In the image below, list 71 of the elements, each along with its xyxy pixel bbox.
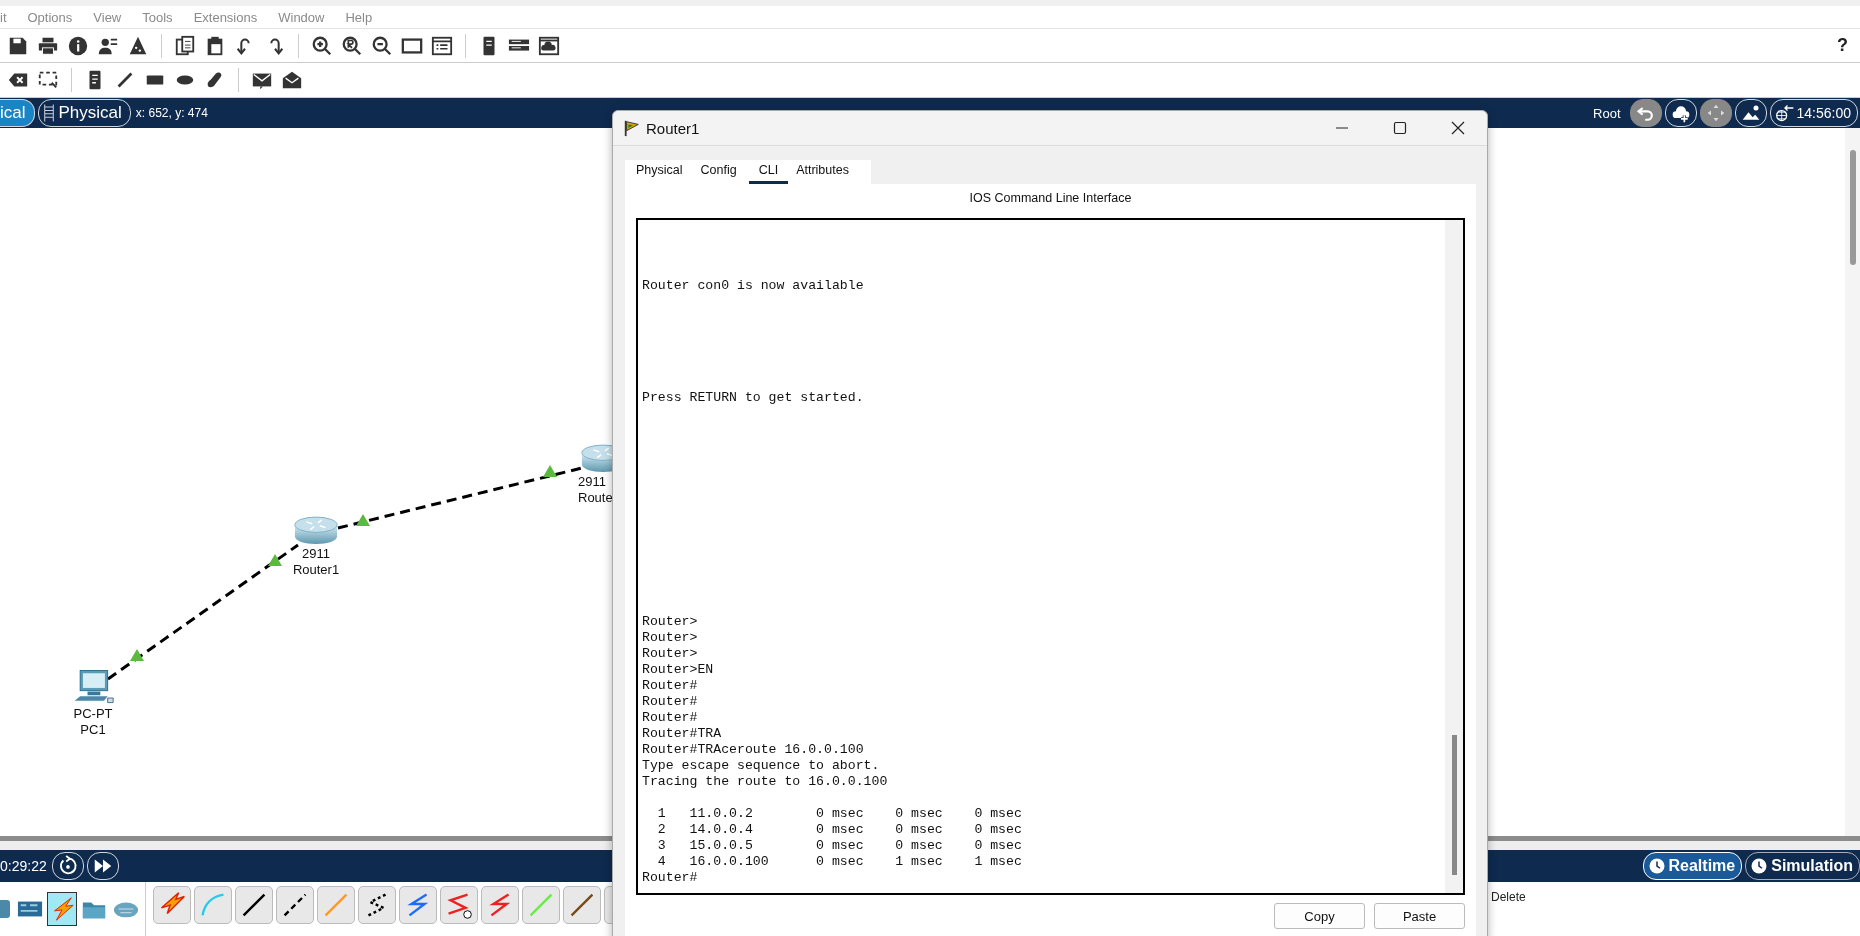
- coaxial-cable-icon[interactable]: [563, 886, 601, 924]
- workspace-tab[interactable]: Physical: [37, 99, 131, 127]
- auto-cable-icon[interactable]: [153, 886, 191, 924]
- cloud-plus-icon: [1670, 103, 1691, 123]
- simulation-time: 0:29:22: [0, 858, 47, 874]
- move-arrows-icon: [1705, 103, 1726, 123]
- device-name-label: Route: [578, 490, 613, 506]
- paste-button[interactable]: Paste: [1374, 903, 1465, 929]
- link-status-icon: [356, 514, 370, 526]
- terminal[interactable]: [636, 218, 1465, 895]
- zoom-out-icon[interactable]: [371, 34, 393, 57]
- globe-icon: [1774, 103, 1795, 123]
- serial-cable-icon[interactable]: [481, 886, 519, 924]
- move-button[interactable]: [1699, 99, 1732, 127]
- info-icon[interactable]: [67, 34, 89, 57]
- device-category[interactable]: [48, 893, 76, 925]
- workspace-tab[interactable]: ical: [0, 99, 35, 127]
- zoom-reset-icon[interactable]: [341, 34, 363, 57]
- zoom-in-icon[interactable]: [311, 34, 333, 57]
- delete-label: Delete: [1491, 890, 1526, 904]
- scrollbar-thumb[interactable]: [1849, 150, 1856, 265]
- ladder-icon: [42, 103, 55, 123]
- mode-button[interactable]: Realtime: [1642, 852, 1743, 880]
- tab[interactable]: Config: [700, 159, 747, 184]
- window-title: Router1: [646, 119, 700, 137]
- menu-item[interactable]: Extensions: [193, 9, 258, 25]
- switch-icon: [0, 900, 10, 918]
- menu-item[interactable]: Options: [27, 9, 73, 25]
- copy-icon[interactable]: [174, 34, 196, 57]
- back-button[interactable]: [1629, 99, 1662, 127]
- device-model-label: PC-PT: [73, 706, 113, 722]
- copy-button[interactable]: Copy: [1274, 903, 1365, 929]
- scrollbar-thumb[interactable]: [1451, 735, 1457, 875]
- marquee-select-icon[interactable]: [37, 69, 59, 91]
- close-icon: [1451, 121, 1465, 135]
- phone-cable-icon[interactable]: [358, 886, 396, 924]
- router-icon[interactable]: [293, 515, 339, 546]
- app-icon: [623, 119, 641, 137]
- list-icon[interactable]: [431, 34, 453, 57]
- device-model-label: 2911: [302, 546, 330, 562]
- mode-button[interactable]: Simulation: [1745, 852, 1860, 880]
- serial-cable-icon[interactable]: [399, 886, 437, 924]
- terminal-output: Router con0 is now available Press RETURN to get started. Router> Router> Router> Router>EN Router# Router# Router# Router#TRA Router#TRAceroute 16.0.0.100 Type escape sequence to abort. Tracing the route to 16.0.0.100 1 11.0.0.2 0 msec 0 msec 0 msec 2 14.0.0.4 0 msec 0 msec 0 msec 3 15.0.0.5 0 msec 0 msec 0 msec 4 16.0.0.100 0 msec 1 msec 1 msec Router#: [641, 277, 1023, 887]
- image-icon: [1740, 103, 1761, 123]
- menu-item[interactable]: Tools: [142, 9, 173, 25]
- cloud-add-button[interactable]: [1664, 99, 1697, 127]
- cursor-coordinates: x: 652, y: 474: [135, 106, 208, 120]
- link-status-icon: [130, 649, 144, 661]
- tab[interactable]: Physical: [636, 159, 693, 184]
- fast-forward-button[interactable]: [86, 852, 119, 880]
- power-cycle-button[interactable]: [51, 852, 84, 880]
- menu-item[interactable]: View: [93, 9, 122, 25]
- help-button[interactable]: ?: [1837, 35, 1848, 56]
- link-status-icon: [268, 554, 282, 566]
- cloud-window-icon[interactable]: [538, 34, 560, 57]
- menu-item[interactable]: Window: [278, 9, 325, 25]
- clock-button[interactable]: 14:56:00: [1769, 99, 1858, 127]
- clock-icon: [1647, 857, 1666, 875]
- cli-heading: IOS Command Line Interface: [968, 190, 1133, 207]
- root-label: Root: [1593, 105, 1621, 121]
- device-name-label: PC1: [80, 722, 106, 738]
- crossover-cable-icon[interactable]: [276, 886, 314, 924]
- open-envelope-icon[interactable]: [281, 69, 303, 91]
- clock-icon: [1750, 857, 1769, 875]
- serial-clock-cable-icon[interactable]: [440, 886, 478, 924]
- straight-cable-icon[interactable]: [235, 886, 273, 924]
- tab[interactable]: Attributes: [796, 159, 859, 184]
- device-model-label: 2911: [578, 474, 606, 490]
- device-name-label: Router1: [292, 562, 340, 578]
- link-status-icon: [543, 465, 557, 477]
- maximize-icon: [1393, 121, 1407, 135]
